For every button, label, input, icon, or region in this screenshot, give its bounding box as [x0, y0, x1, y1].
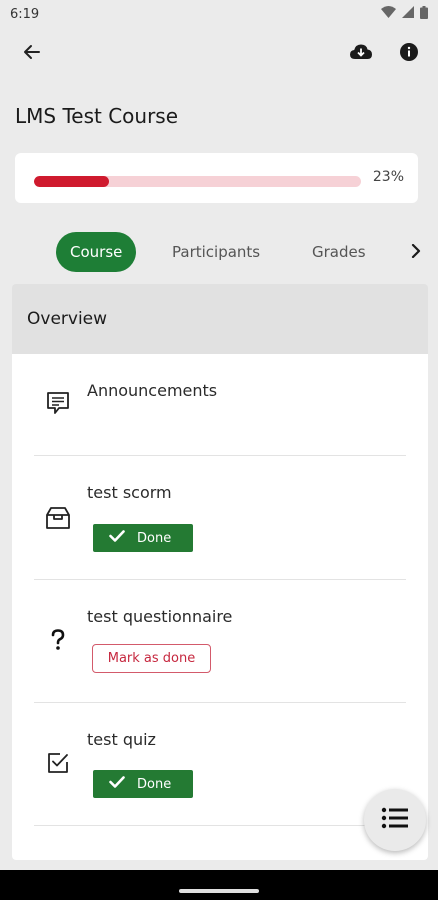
- app-bar: [0, 28, 438, 80]
- home-gesture-handle[interactable]: [179, 889, 259, 893]
- arrow-left-icon: [23, 43, 41, 65]
- tabs-next-button[interactable]: [406, 242, 426, 262]
- activity-announcements[interactable]: Announcements: [34, 354, 406, 456]
- progress-label: 23%: [372, 169, 404, 185]
- activity-list: Announcements test scorm Done test quest…: [12, 354, 428, 860]
- signal-icon: [402, 6, 414, 22]
- activity-test-questionnaire[interactable]: test questionnaire Mark as done: [34, 580, 406, 703]
- course-index-button[interactable]: [364, 789, 426, 851]
- progress-bar: [34, 176, 361, 187]
- system-navigation-bar: [0, 870, 438, 900]
- list-icon: [381, 807, 409, 833]
- tab-grades[interactable]: Grades: [298, 232, 380, 272]
- tab-participants[interactable]: Participants: [158, 232, 274, 272]
- progress-card: 23%: [15, 153, 418, 203]
- battery-icon: [420, 5, 428, 23]
- wifi-icon: [381, 6, 396, 22]
- status-time: 6:19: [10, 6, 40, 22]
- activity-name: test questionnaire: [87, 607, 233, 626]
- section-title: Overview: [27, 309, 108, 329]
- question-icon: [44, 626, 72, 654]
- back-button[interactable]: [12, 34, 52, 74]
- course-tabs: Course Participants Grades: [0, 230, 438, 274]
- activity-test-quiz[interactable]: test quiz Done: [34, 703, 406, 826]
- mark-as-done-button[interactable]: Mark as done: [92, 644, 211, 673]
- cloud-download-icon: [350, 44, 372, 64]
- activity-test-scorm[interactable]: test scorm Done: [34, 456, 406, 580]
- info-icon: [400, 43, 418, 65]
- completion-done-badge: Done: [93, 770, 193, 798]
- section-overview: Overview Announcements test scorm Done t…: [12, 284, 428, 860]
- forum-icon: [44, 389, 72, 417]
- completion-done-badge: Done: [93, 524, 193, 552]
- check-icon: [109, 530, 125, 546]
- progress-fill: [34, 176, 110, 187]
- package-icon: [44, 504, 72, 532]
- activity-name: Announcements: [87, 381, 218, 400]
- download-course-button[interactable]: [341, 34, 381, 74]
- check-icon: [109, 776, 125, 792]
- completion-status: Done: [137, 776, 172, 792]
- activity-name: test scorm: [87, 483, 172, 502]
- tab-course[interactable]: Course: [56, 232, 137, 272]
- activity-name: test quiz: [87, 730, 156, 749]
- chevron-right-icon: [411, 243, 421, 262]
- course-info-button[interactable]: [389, 34, 429, 74]
- quiz-check-icon: [44, 749, 72, 777]
- status-bar: 6:19: [0, 0, 438, 28]
- completion-status: Done: [137, 530, 172, 546]
- course-title: LMS Test Course: [15, 104, 179, 128]
